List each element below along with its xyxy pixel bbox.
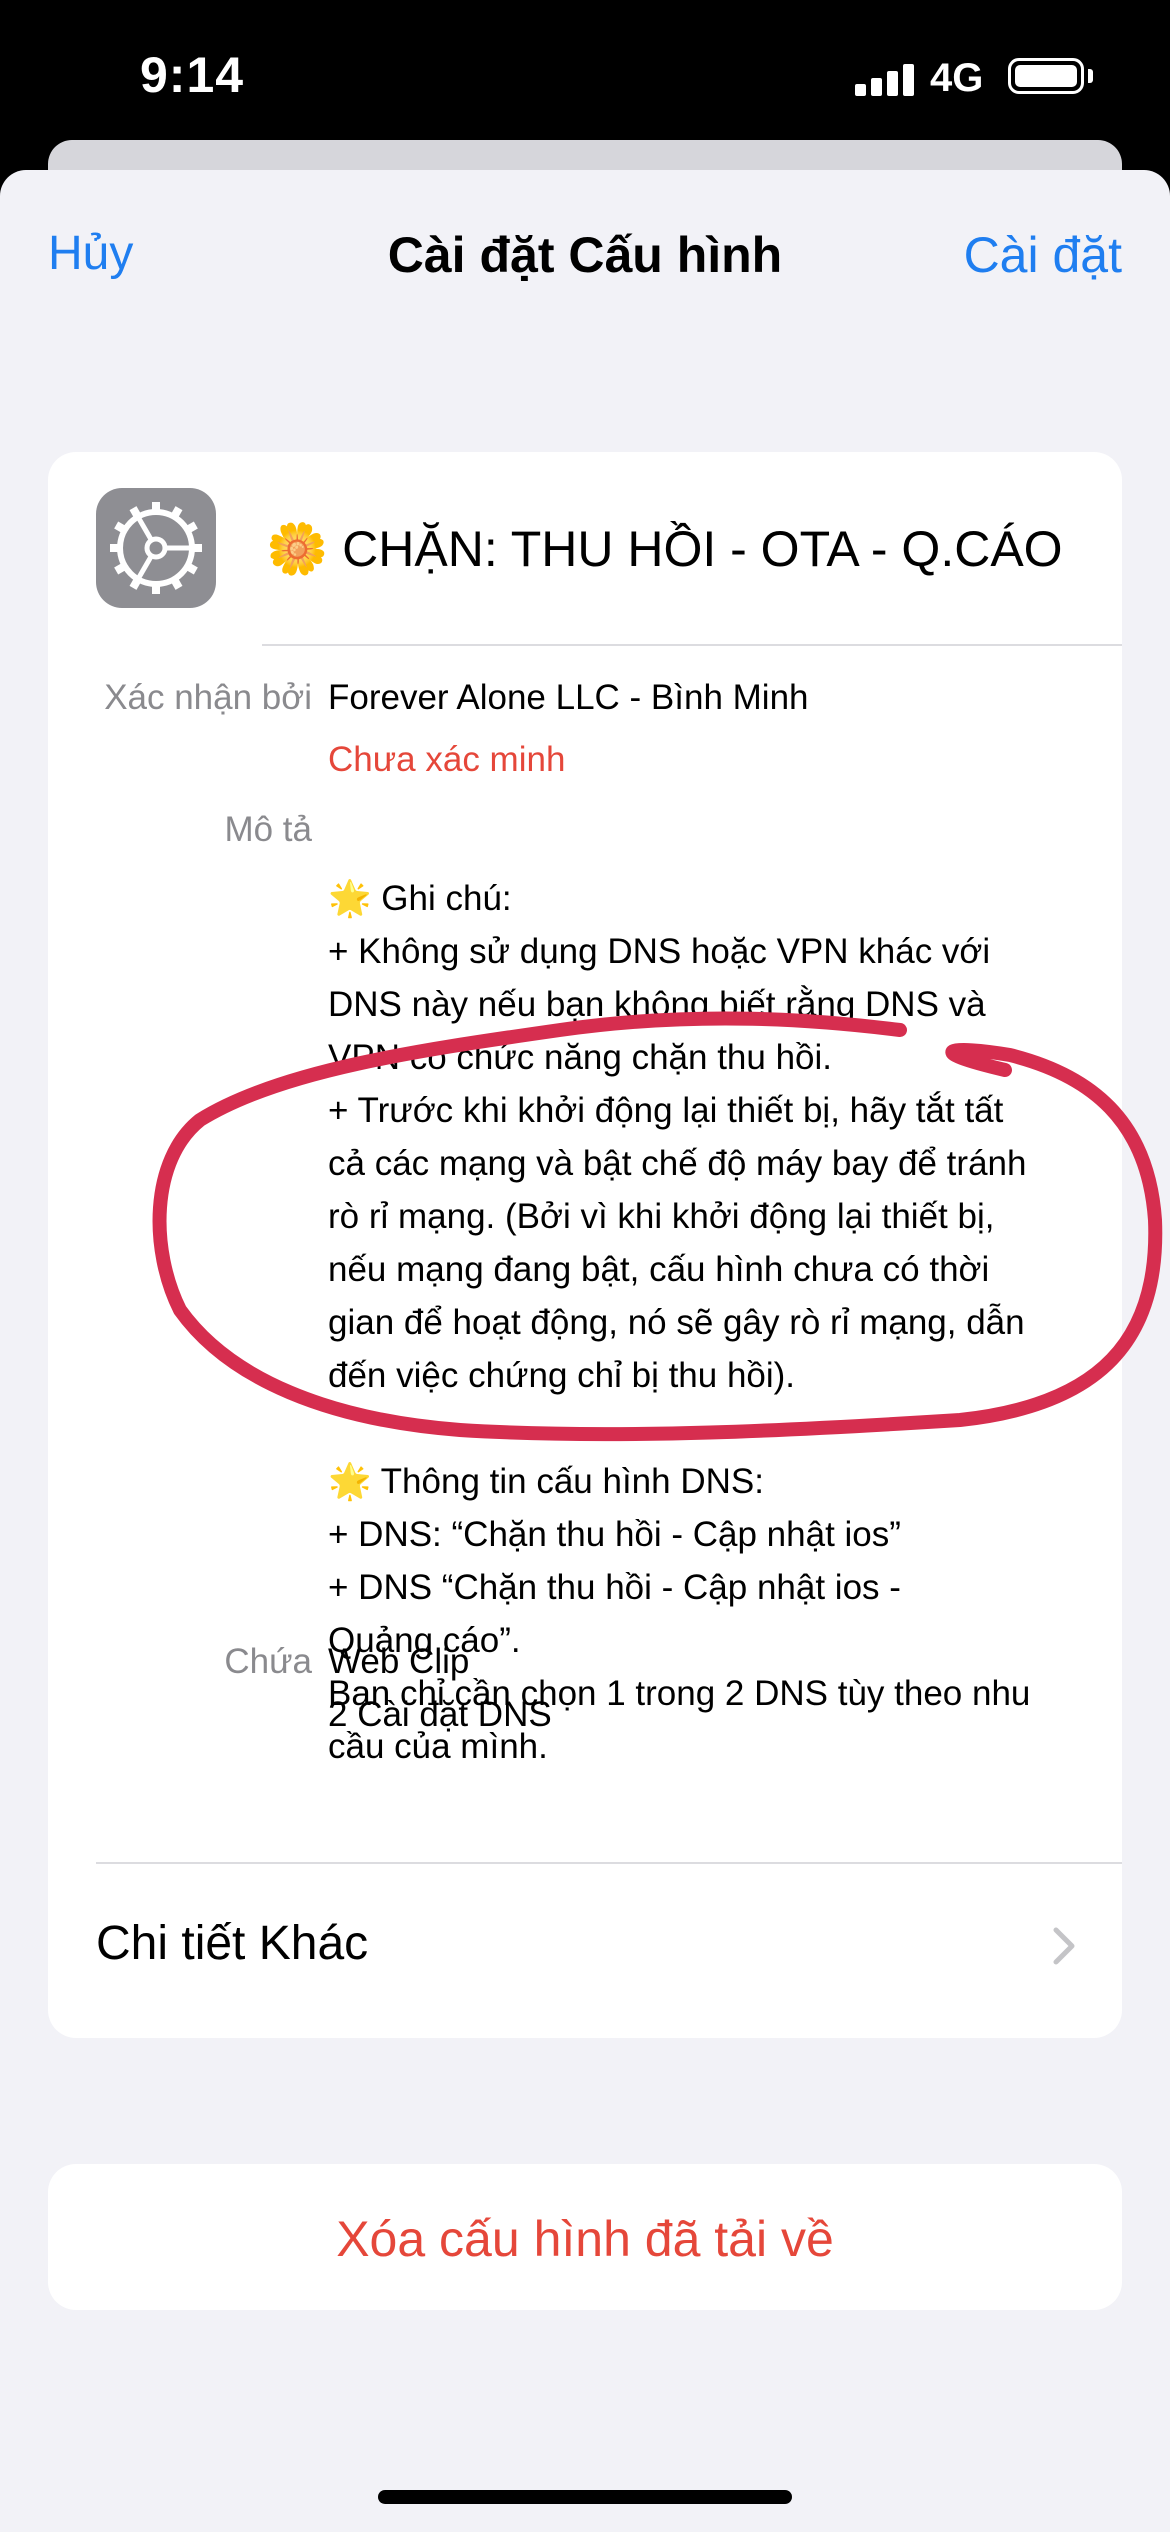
remove-profile-button[interactable]: Xóa cấu hình đã tải về — [48, 2164, 1122, 2310]
profile-name: 🌼 CHẶN: THU HỒI - OTA - Q.CÁO — [266, 521, 1063, 577]
more-details-row[interactable]: Chi tiết Khác — [48, 1864, 1122, 2038]
description-line: + Không sử dụng DNS hoặc VPN khác với — [328, 932, 991, 971]
remove-profile-label: Xóa cấu hình đã tải về — [336, 2211, 834, 2267]
cellular-signal-icon — [855, 62, 915, 96]
home-indicator — [378, 2490, 792, 2504]
contains-item: Web Clip — [328, 1642, 470, 1681]
contains-item: 2 Cài đặt DNS — [328, 1695, 552, 1734]
description-line: cả các mạng và bật chế độ máy bay để trá… — [328, 1144, 1027, 1183]
more-details-label: Chi tiết Khác — [96, 1917, 369, 1970]
signed-by-label: Xác nhận bởi — [104, 678, 312, 717]
install-profile-sheet: Cài đặt Cấu hình Hủy Cài đặt 🌼 CHẶN: THU… — [0, 170, 1170, 2532]
status-bar: 9:14 4G — [0, 0, 1170, 150]
description-line: gian để hoạt động, nó sẽ gây rò rỉ mạng,… — [328, 1303, 1025, 1342]
install-button[interactable]: Cài đặt — [964, 226, 1122, 284]
description-line: DNS này nếu bạn không biết rằng DNS và — [328, 985, 986, 1024]
description-line: 🌟 Ghi chú: — [328, 879, 512, 918]
signed-by-value: Forever Alone LLC - Bình Minh — [328, 678, 809, 717]
description-label: Mô tả — [224, 810, 312, 849]
description-line: nếu mạng đang bật, cấu hình chưa có thời — [328, 1250, 990, 1289]
network-type: 4G — [930, 56, 984, 100]
description-line: 🌟 Thông tin cấu hình DNS: — [328, 1462, 764, 1501]
description-line: rò rỉ mạng. (Bởi vì khi khởi động lại th… — [328, 1197, 995, 1236]
description-line: + DNS “Chặn thu hồi - Cập nhật ios - — [328, 1568, 901, 1607]
verification-status: Chưa xác minh — [328, 740, 566, 779]
profile-card: 🌼 CHẶN: THU HỒI - OTA - Q.CÁO Xác nhận b… — [48, 452, 1122, 2038]
description-line: đến việc chứng chỉ bị thu hồi). — [328, 1356, 796, 1395]
status-time: 9:14 — [140, 47, 245, 103]
settings-gear-icon — [96, 488, 216, 608]
chevron-right-icon — [1053, 1927, 1075, 1965]
description-line: + Trước khi khởi động lại thiết bị, hãy … — [328, 1091, 1004, 1130]
contains-label: Chứa — [224, 1642, 312, 1681]
divider — [262, 644, 1122, 646]
battery-cap — [1088, 69, 1093, 83]
description-blank-line — [328, 1402, 1118, 1455]
battery-icon — [1008, 58, 1084, 94]
description-line: + DNS: “Chặn thu hồi - Cập nhật ios” — [328, 1515, 901, 1554]
description-line: VPN có chức năng chặn thu hồi. — [328, 1038, 833, 1077]
cancel-button[interactable]: Hủy — [48, 226, 133, 281]
